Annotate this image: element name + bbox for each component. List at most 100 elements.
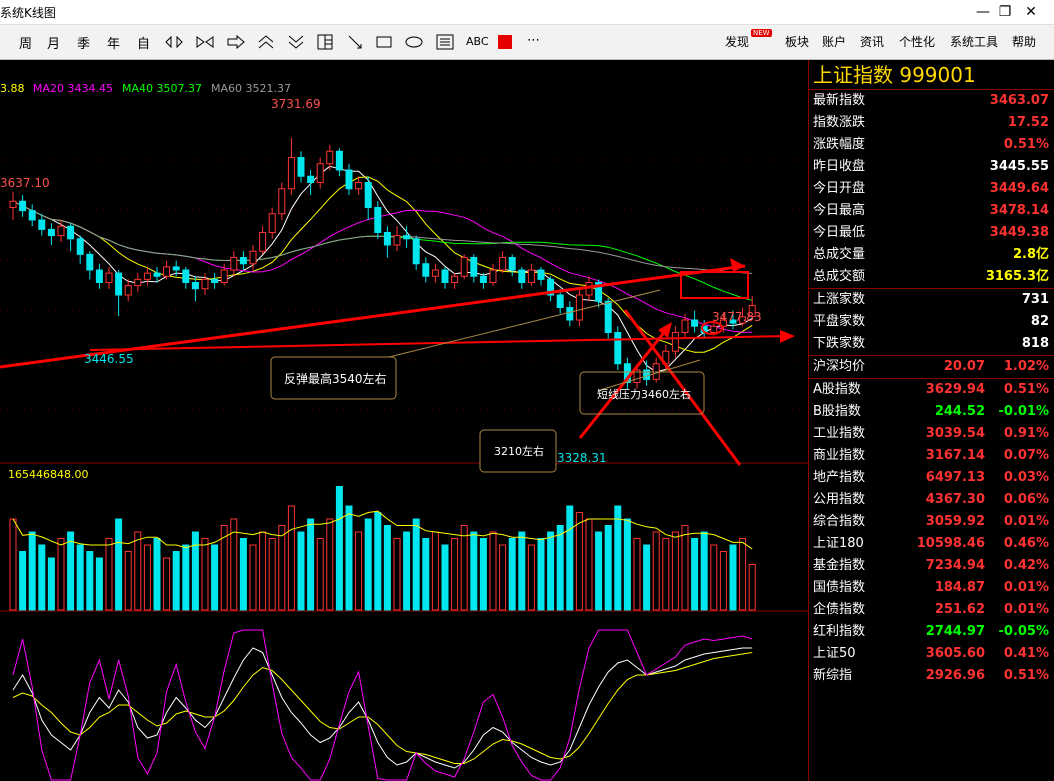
quote-row[interactable]: 今日最高 3478.14 — [809, 200, 1054, 222]
index-row[interactable]: A股指数 3629.94 0.51% — [809, 379, 1054, 401]
index-row[interactable]: 公用指数 4367.30 0.06% — [809, 489, 1054, 511]
candle-body — [681, 319, 689, 333]
period-custom-button[interactable]: 自 — [137, 33, 150, 52]
ellipse-tool-icon[interactable] — [405, 35, 423, 49]
volume-bar — [297, 531, 305, 611]
candle-body — [643, 369, 651, 380]
arrow-right-icon[interactable] — [227, 35, 245, 49]
pointer-line-pressure — [599, 359, 701, 391]
index-row[interactable]: 综合指数 3059.92 0.01% — [809, 511, 1054, 533]
quote-row[interactable]: 涨跌幅度 0.51% — [809, 134, 1054, 156]
quote-label: 昨日收盘 — [813, 159, 866, 174]
index-row[interactable]: 上证50 3605.60 0.41% — [809, 643, 1054, 665]
stock-title: 上证指数 999001 — [809, 60, 1054, 90]
breadth-row[interactable]: 下跌家数 818 — [809, 333, 1054, 355]
candle-body — [143, 272, 151, 280]
volume-bar — [124, 551, 132, 611]
quote-row[interactable]: 总成交量 2.8亿 — [809, 244, 1054, 266]
rectangle-tool-icon[interactable] — [376, 35, 392, 49]
quote-value: 4367.30 — [925, 492, 985, 507]
index-row[interactable]: 上证180 10598.46 0.46% — [809, 533, 1054, 555]
candle-body — [431, 269, 439, 277]
text-box-icon[interactable] — [436, 34, 454, 50]
highlight-box — [680, 271, 749, 299]
color-picker-button[interactable] — [498, 35, 512, 49]
index-row[interactable]: 商业指数 3167.14 0.07% — [809, 445, 1054, 467]
chevrons-down-icon[interactable] — [287, 35, 305, 49]
kdj-k-line — [12, 647, 753, 769]
text-tool-button[interactable]: ABC — [466, 35, 489, 48]
volume-value-label: 165446848.00 — [8, 468, 88, 481]
quote-label: 红利指数 — [813, 624, 866, 639]
zoom-in-icon[interactable] — [165, 35, 183, 49]
index-row[interactable]: 地产指数 6497.13 0.03% — [809, 467, 1054, 489]
breadth-row[interactable]: 平盘家数 82 — [809, 311, 1054, 333]
quote-row[interactable]: 总成交额 3165.3亿 — [809, 266, 1054, 288]
period-year-button[interactable]: 年 — [107, 33, 120, 52]
breadth-row[interactable]: 上涨家数 731 — [809, 289, 1054, 311]
close-button[interactable]: ✕ — [1008, 0, 1054, 25]
quote-label: 平盘家数 — [813, 314, 866, 329]
kline-chart-svg[interactable]: 3637.10 3731.69 3446.55 3328.31 3477.83 … — [0, 60, 808, 781]
candle-body — [76, 238, 84, 255]
index-row[interactable]: 国债指数 184.87 0.01% — [809, 577, 1054, 599]
volume-bar — [585, 518, 593, 611]
menu-system-tools[interactable]: 系统工具 — [950, 33, 998, 50]
volume-bar — [470, 531, 478, 611]
candle-body — [508, 257, 516, 271]
quote-pct: 0.01% — [1003, 580, 1049, 595]
menu-personalize[interactable]: 个性化 — [899, 33, 935, 50]
volume-bar — [441, 544, 449, 611]
kdj-d-line — [12, 652, 753, 764]
period-quarter-button[interactable]: 季 — [77, 33, 90, 52]
menu-help[interactable]: 帮助 — [1012, 33, 1036, 50]
quote-row[interactable]: 今日开盘 3449.64 — [809, 178, 1054, 200]
volume-bar — [479, 538, 487, 611]
candle-body — [9, 200, 17, 208]
quote-label: 下跌家数 — [813, 336, 866, 351]
quote-pct: -0.05% — [998, 624, 1050, 639]
index-row[interactable]: 企债指数 251.62 0.01% — [809, 599, 1054, 621]
quote-panel: 上证指数 999001 最新指数 3463.07 指数涨跌 17.52 涨跌幅度 0.51… — [808, 60, 1054, 781]
quote-row[interactable]: 昨日收盘 3445.55 — [809, 156, 1054, 178]
candle-body — [201, 278, 209, 290]
index-row[interactable]: 基金指数 7234.94 0.42% — [809, 555, 1054, 577]
pressure-note-text: 短线压力3460左右 — [597, 387, 691, 401]
volume-bar — [710, 544, 718, 611]
quote-row[interactable]: 今日最低 3449.38 — [809, 222, 1054, 244]
quote-pct: 0.51% — [1003, 668, 1049, 683]
volume-bar — [671, 531, 679, 611]
quote-row[interactable]: 指数涨跌 17.52 — [809, 112, 1054, 134]
volume-bars — [9, 486, 756, 611]
hs-avg-row[interactable]: 沪深均价 20.07 1.02% — [809, 356, 1054, 378]
kline-chart[interactable]: 3637.10 3731.69 3446.55 3328.31 3477.83 … — [0, 60, 808, 781]
peak-label: 3731.69 — [271, 97, 321, 111]
menu-sectors[interactable]: 板块 — [785, 33, 809, 50]
quote-pct: 0.06% — [1003, 492, 1049, 507]
menu-news[interactable]: 资讯 — [860, 33, 884, 50]
volume-bar — [355, 531, 363, 611]
index-row[interactable]: 新综指 2926.96 0.51% — [809, 665, 1054, 687]
index-row[interactable]: 工业指数 3039.54 0.91% — [809, 423, 1054, 445]
candle-body — [710, 325, 718, 333]
menu-discover[interactable]: 发现 — [725, 33, 749, 50]
period-week-button[interactable]: 周 — [19, 33, 32, 52]
quote-pct: -0.01% — [998, 404, 1050, 419]
trendline-icon[interactable] — [347, 35, 363, 49]
index-row[interactable]: B股指数 244.52 -0.01% — [809, 401, 1054, 423]
volume-bar — [239, 538, 247, 611]
quote-value: 818 — [1021, 336, 1049, 351]
chevrons-up-icon[interactable] — [257, 35, 275, 49]
layout-icon[interactable] — [317, 34, 333, 50]
period-month-button[interactable]: 月 — [47, 33, 60, 52]
candle-body — [172, 266, 180, 271]
menu-account[interactable]: 账户 — [822, 33, 846, 50]
quote-label: 上证180 — [813, 536, 864, 551]
more-button[interactable]: ⋯ — [527, 33, 540, 48]
ma-legend: 3.88 MA20 3434.45 MA40 3507.37 MA60 3521… — [0, 82, 291, 95]
index-row[interactable]: 红利指数 2744.97 -0.05% — [809, 621, 1054, 643]
quote-row[interactable]: 最新指数 3463.07 — [809, 90, 1054, 112]
volume-bar — [556, 525, 564, 611]
candle-body — [345, 169, 353, 190]
zoom-out-icon[interactable] — [196, 35, 214, 49]
